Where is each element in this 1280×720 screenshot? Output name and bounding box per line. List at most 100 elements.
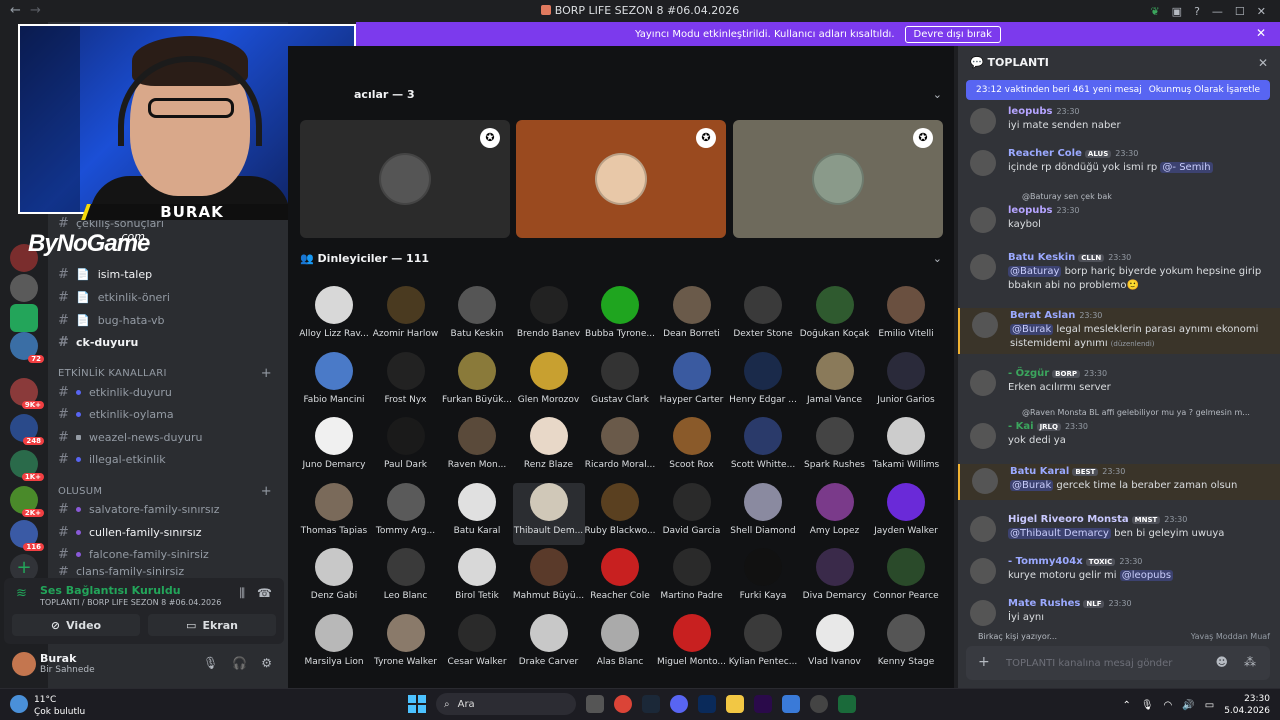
listener-42[interactable]: Furki Kaya bbox=[727, 548, 799, 610]
chat-message[interactable]: leopubs 23:30 iyi mate senden naber bbox=[958, 104, 1280, 134]
mention[interactable]: @leopubs bbox=[1119, 570, 1174, 581]
message-author[interactable]: - Kai JRLQ 23:30 bbox=[1008, 421, 1088, 432]
message-author[interactable]: leopubs 23:30 bbox=[1008, 106, 1080, 117]
chat-message[interactable]: Higel Riveoro Monsta MNST 23:30 @Thibault D… bbox=[958, 512, 1280, 546]
listener-18[interactable]: Juno Demarcy bbox=[298, 417, 370, 479]
chat-message[interactable]: @Baturay sen çek bak leopubs 23:30 kaybol bbox=[958, 190, 1280, 236]
listener-43[interactable]: Diva Demarcy bbox=[799, 548, 871, 610]
mark-read-button[interactable]: Okunmuş Olarak İşaretle bbox=[1149, 85, 1260, 95]
avatar[interactable] bbox=[970, 150, 996, 176]
speaker-tile[interactable]: ✪ bbox=[733, 120, 943, 238]
avatar[interactable] bbox=[970, 558, 996, 584]
chat-message[interactable]: - Özgür BORP 23:30 Erken acılırmı server bbox=[958, 366, 1280, 396]
premiere-icon[interactable] bbox=[754, 695, 772, 713]
listener-41[interactable]: Martino Padre bbox=[656, 548, 728, 610]
listener-0[interactable]: Alloy Lizz Rav... bbox=[298, 286, 370, 348]
listener-10[interactable]: Frost Nyx bbox=[370, 351, 442, 414]
file-explorer-icon[interactable] bbox=[726, 695, 744, 713]
apps-icon[interactable]: ⁂ bbox=[1244, 655, 1256, 669]
windows-start-icon[interactable] bbox=[408, 695, 426, 713]
category-events[interactable]: ETKİNLİK KANALLARI + bbox=[58, 366, 278, 381]
help-icon[interactable]: ? bbox=[1194, 5, 1200, 18]
clock[interactable]: 23:30 5.04.2026 bbox=[1224, 693, 1270, 717]
channel-item-bug-hata[interactable]: # 📄 bug-hata-vb bbox=[58, 309, 278, 331]
listener-8[interactable]: Emilio Vitelli bbox=[870, 286, 942, 348]
new-messages-bar[interactable]: 23:12 vaktinden beri 461 yeni mesaj Okun… bbox=[966, 80, 1270, 100]
wifi-icon[interactable]: ◠ bbox=[1164, 700, 1173, 711]
message-author[interactable]: - Özgür BORP 23:30 bbox=[1008, 368, 1107, 379]
listener-15[interactable]: Henry Edgar ... bbox=[727, 351, 799, 414]
channel-item-ck-duyuru[interactable]: # ck-duyuru bbox=[58, 331, 278, 353]
listener-46[interactable]: Tyrone Walker bbox=[370, 613, 442, 676]
speaker-tile[interactable]: ✪ bbox=[300, 120, 510, 238]
listener-22[interactable]: Ricardo Moral... bbox=[584, 417, 656, 479]
taskbar-search[interactable]: ⌕ Ara bbox=[436, 693, 576, 715]
mention[interactable]: @Burak bbox=[1010, 480, 1054, 491]
listener-33[interactable]: Shell Diamond bbox=[727, 482, 799, 545]
mention[interactable]: @Baturay bbox=[1008, 266, 1062, 277]
avatar[interactable] bbox=[12, 652, 36, 676]
close-chat-icon[interactable]: ✕ bbox=[1258, 56, 1268, 70]
listener-7[interactable]: Doğukan Koçak bbox=[799, 286, 871, 348]
listener-32[interactable]: David Garcia bbox=[656, 482, 728, 545]
microphone-icon[interactable]: 🎙 bbox=[203, 656, 218, 670]
chat-message[interactable]: - Tommy404x TOXIC 23:30 kurye motoru gelir … bbox=[958, 554, 1280, 588]
reply-preview[interactable]: @Baturay sen çek bak bbox=[1022, 192, 1112, 201]
message-input[interactable] bbox=[1006, 654, 1216, 672]
listener-44[interactable]: Connor Pearce bbox=[870, 548, 942, 610]
mention[interactable]: @- Semih bbox=[1160, 162, 1213, 173]
listener-6[interactable]: Dexter Stone bbox=[727, 286, 799, 348]
listener-36[interactable]: Denz Gabi bbox=[298, 548, 370, 610]
disconnect-icon[interactable]: ☎ bbox=[257, 586, 272, 601]
listener-49[interactable]: Alas Blanc bbox=[584, 613, 656, 676]
listener-21[interactable]: Renz Blaze bbox=[513, 417, 585, 479]
mention[interactable]: @Thibault Demarcy bbox=[1008, 528, 1111, 539]
nitro-leaf-icon[interactable]: ❦ bbox=[1150, 5, 1159, 18]
chat-message[interactable]: Batu Karal BEST 23:30 @Burak gercek time la… bbox=[958, 464, 1280, 500]
mention[interactable]: @Burak bbox=[1010, 324, 1054, 335]
avatar[interactable] bbox=[970, 108, 996, 134]
discord-icon[interactable] bbox=[670, 695, 688, 713]
channel-item-etkinlik-oneri[interactable]: # 📄 etkinlik-öneri bbox=[58, 286, 278, 308]
listener-5[interactable]: Dean Borreti bbox=[656, 286, 728, 348]
listener-25[interactable]: Spark Rushes bbox=[799, 417, 871, 479]
listener-3[interactable]: Brendo Banev bbox=[513, 286, 585, 348]
channel-item[interactable]: # etkinlik-oylama bbox=[58, 403, 278, 425]
message-author[interactable]: Batu Karal BEST 23:30 bbox=[1010, 466, 1125, 477]
attach-plus-icon[interactable]: + bbox=[978, 654, 990, 670]
server-icon[interactable] bbox=[10, 332, 44, 363]
listener-51[interactable]: Kylian Pentec... bbox=[727, 613, 799, 676]
app-icon[interactable] bbox=[782, 695, 800, 713]
server-icon[interactable] bbox=[10, 486, 44, 517]
listener-47[interactable]: Cesar Walker bbox=[441, 613, 513, 676]
listener-14[interactable]: Hayper Carter bbox=[656, 351, 728, 414]
server-icon[interactable] bbox=[10, 414, 44, 445]
message-author[interactable]: Berat Aslan 23:30 bbox=[1010, 310, 1102, 321]
volume-icon[interactable]: 🔊 bbox=[1182, 700, 1194, 711]
listener-13[interactable]: Gustav Clark bbox=[584, 351, 656, 414]
maximize-button[interactable]: ☐ bbox=[1235, 5, 1245, 18]
voice-location[interactable]: TOPLANTI / BORP LIFE SEZON 8 #06.04.2026 bbox=[40, 598, 221, 607]
listener-2[interactable]: Batu Keskin bbox=[441, 286, 513, 348]
listener-17[interactable]: Junior Garios bbox=[870, 351, 942, 414]
steam-icon[interactable] bbox=[642, 695, 660, 713]
add-channel-icon[interactable]: + bbox=[261, 366, 272, 381]
listener-30[interactable]: Thibault Dem... bbox=[512, 482, 585, 545]
chevron-down-icon[interactable]: ⌄ bbox=[933, 252, 942, 265]
close-button[interactable]: ✕ bbox=[1257, 5, 1266, 18]
server-icon[interactable] bbox=[10, 450, 44, 481]
message-author[interactable]: Reacher Cole ALUS 23:30 bbox=[1008, 148, 1138, 159]
chevron-down-icon[interactable]: ⌄ bbox=[933, 88, 942, 101]
battery-icon[interactable]: ▭ bbox=[1205, 700, 1214, 711]
message-author[interactable]: Mate Rushes NLF 23:30 bbox=[1008, 598, 1132, 609]
avatar[interactable] bbox=[970, 423, 996, 449]
server-icon[interactable] bbox=[10, 378, 44, 409]
settings-gear-icon[interactable]: ⚙ bbox=[261, 656, 272, 670]
avatar[interactable] bbox=[970, 370, 996, 396]
server-icon[interactable] bbox=[10, 304, 38, 332]
listener-19[interactable]: Paul Dark bbox=[370, 417, 442, 479]
listener-1[interactable]: Azomir Harlow bbox=[370, 286, 442, 348]
channel-item[interactable]: # salvatore-family-sınırsız bbox=[58, 498, 278, 520]
avatar[interactable] bbox=[972, 312, 998, 338]
app-icon[interactable] bbox=[838, 695, 856, 713]
